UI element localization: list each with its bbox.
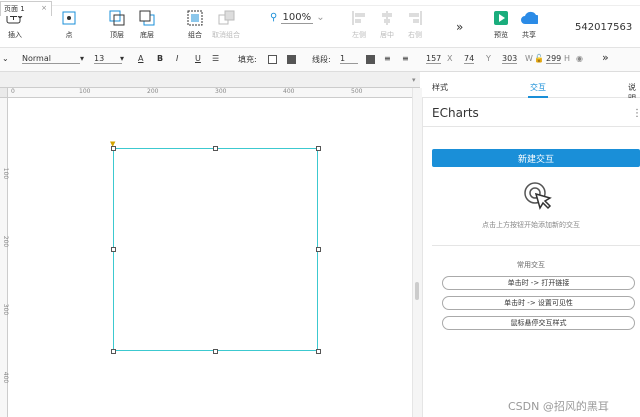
send-to-bottom-button[interactable]: 底层 [138, 9, 156, 40]
align-center-icon [378, 9, 396, 27]
account-id[interactable]: 542017563 [575, 22, 632, 33]
search-icon: ⚲ [270, 12, 278, 23]
arrow-style-icon[interactable]: ≡ [402, 54, 409, 63]
resize-handle[interactable] [316, 247, 321, 252]
tab-interaction[interactable]: 交互 [530, 82, 546, 93]
share-button[interactable]: 共享 [520, 9, 538, 40]
text-style-select[interactable]: Normal [22, 54, 80, 64]
tab-style[interactable]: 样式 [432, 82, 448, 93]
cloud-icon [520, 9, 538, 27]
position-size-bar: 157 X 74 Y 303 W 🔓 299 H ◉ » [420, 48, 640, 72]
zoom-control[interactable]: ⚲ 100% ⌄ [270, 12, 325, 24]
line-style-icon[interactable]: ≡ [384, 54, 391, 63]
group-button[interactable]: 组合 [186, 9, 204, 40]
underline-icon[interactable]: U [195, 54, 201, 63]
watermark: CSDN @招风的黑耳 [508, 400, 609, 413]
divider [432, 245, 640, 246]
common-interactions-title: 常用交互 [517, 261, 545, 269]
y-label: Y [486, 54, 491, 63]
page-tab[interactable]: 页面 1 × [0, 1, 52, 16]
fill-color-swatch[interactable] [268, 55, 277, 64]
align-left-icon [350, 9, 368, 27]
arrow-icon: ⌄ [2, 54, 9, 63]
fill-label: 填充: [238, 55, 257, 64]
font-size-select[interactable]: 13 [94, 54, 122, 64]
group-icon [186, 9, 204, 27]
divider [422, 126, 640, 127]
layer-bottom-icon [138, 9, 156, 27]
more-options-icon[interactable]: ⋮ [632, 108, 640, 119]
point-icon [60, 9, 78, 27]
h-label: H [564, 54, 571, 63]
new-interaction-button[interactable]: 新建交互 [432, 149, 640, 167]
ungroup-icon [217, 9, 235, 27]
w-label: W [525, 54, 533, 63]
layer-top-icon [108, 9, 126, 27]
resize-handle[interactable] [316, 146, 321, 151]
preset-open-link[interactable]: 单击时 -> 打开链接 [442, 276, 635, 290]
inspector-tabs: 样式 交互 说明 [422, 78, 640, 103]
click-cursor-icon [523, 181, 553, 211]
page-tab-bar [0, 72, 420, 88]
resize-handle[interactable] [213, 146, 218, 151]
inspector-panel [422, 98, 640, 417]
widget-name[interactable]: ECharts [432, 106, 479, 120]
italic-icon[interactable]: I [176, 54, 178, 63]
zoom-value: 100% [280, 12, 314, 24]
resize-handle[interactable] [213, 349, 218, 354]
resize-handle[interactable] [111, 247, 116, 252]
format-bar: ⌄ Normal ▾ 13 ▾ A B I U ☰ 填充: 线段: 1 ≡ ≡ [0, 48, 420, 72]
eye-icon[interactable]: ◉ [576, 54, 583, 63]
play-icon [492, 9, 510, 27]
horizontal-ruler: 0 100 200 300 400 500 [8, 88, 412, 98]
align-left-button[interactable]: 左侧 [350, 9, 368, 40]
bring-to-top-button[interactable]: 顶层 [108, 9, 126, 40]
y-input[interactable]: 74 [464, 54, 475, 64]
preset-set-visibility[interactable]: 单击时 -> 设置可见性 [442, 296, 635, 310]
preview-button[interactable]: 预览 [492, 9, 510, 40]
canvas-scrollbar[interactable] [412, 88, 422, 417]
stroke-label: 线段: [312, 55, 331, 64]
w-input[interactable]: 303 [502, 54, 518, 64]
lock-icon[interactable]: 🔓 [534, 54, 544, 63]
vertical-ruler: 100 200 300 400 [0, 98, 9, 417]
font-color-icon[interactable]: A [138, 54, 143, 63]
close-icon[interactable]: × [41, 4, 47, 12]
resize-handle[interactable] [111, 349, 116, 354]
chevron-down-icon: ▾ [80, 54, 85, 63]
ungroup-button[interactable]: 取消组合 [212, 9, 240, 40]
echarts-widget[interactable] [113, 148, 318, 351]
h-input[interactable]: 299 [546, 54, 562, 64]
page-menu-icon[interactable]: ▾ [412, 76, 416, 84]
x-input[interactable]: 157 [426, 54, 442, 64]
ruler-corner [0, 88, 8, 98]
align-right-icon [406, 9, 424, 27]
resize-handle[interactable] [111, 146, 116, 151]
align-center-button[interactable]: 居中 [378, 9, 396, 40]
preset-hover-style[interactable]: 鼠标悬停交互样式 [442, 316, 635, 330]
bold-icon[interactable]: B [157, 54, 163, 63]
more-tools-icon[interactable]: » [456, 20, 463, 34]
stroke-width-input[interactable]: 1 [340, 54, 358, 64]
empty-hint: 点击上方按钮开始添加新的交互 [482, 221, 580, 229]
chevron-down-icon: ⌄ [316, 12, 325, 23]
chevron-down-icon: ▾ [120, 54, 125, 63]
fill-shadow-swatch[interactable] [287, 55, 296, 64]
point-button[interactable]: 点 [60, 9, 78, 40]
x-label: X [447, 54, 453, 63]
stroke-color-swatch[interactable] [366, 55, 375, 64]
more-props-icon[interactable]: » [602, 51, 609, 64]
resize-handle[interactable] [316, 349, 321, 354]
align-right-button[interactable]: 右侧 [406, 9, 424, 40]
list-icon[interactable]: ☰ [212, 54, 219, 63]
scrollbar-thumb[interactable] [415, 282, 419, 300]
